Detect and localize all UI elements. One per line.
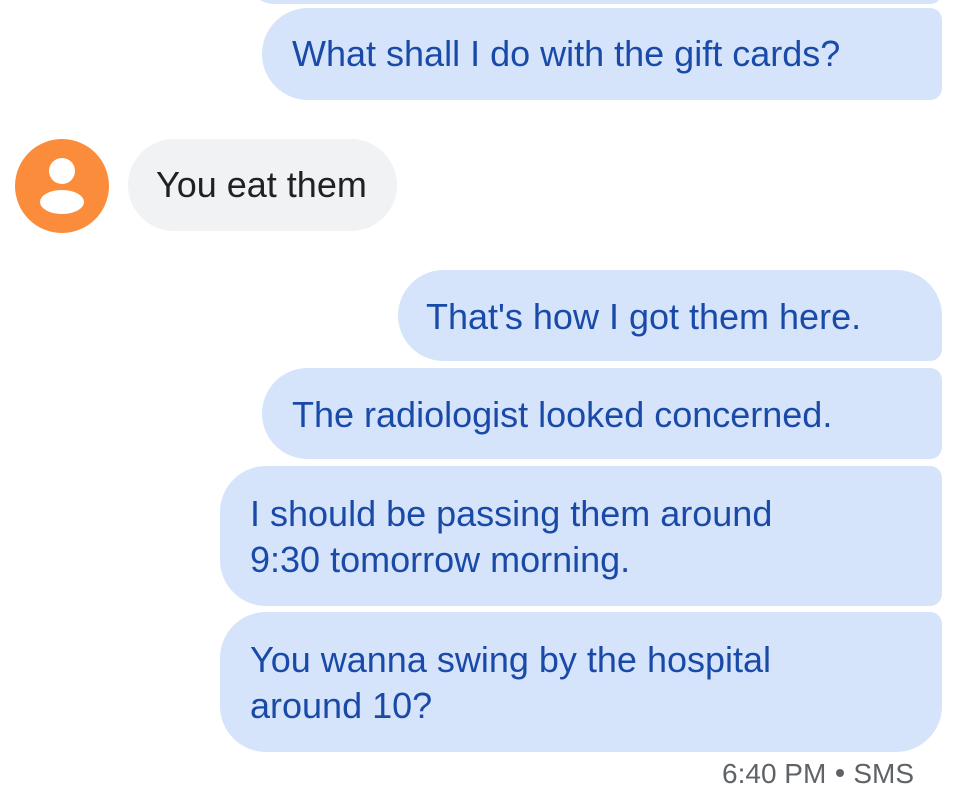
message-text-line: I should be passing them around [250, 493, 773, 534]
message-thread: What shall I do with the gift cards? You… [0, 0, 960, 792]
message-type: SMS [853, 758, 914, 789]
message-text: What shall I do with the gift cards? [292, 33, 841, 74]
previous-message-bubble[interactable] [248, 0, 942, 4]
outgoing-message-bubble[interactable]: You wanna swing by the hospital around 1… [220, 612, 942, 752]
message-text-line: around 10? [250, 685, 433, 726]
outgoing-message-bubble[interactable]: I should be passing them around 9:30 tom… [220, 466, 942, 606]
message-text: You eat them [156, 164, 367, 205]
message-time: 6:40 PM [722, 758, 827, 789]
message-text-line: 9:30 tomorrow morning. [250, 539, 631, 580]
outgoing-message-bubble[interactable]: What shall I do with the gift cards? [262, 8, 942, 100]
message-text: The radiologist looked concerned. [292, 394, 833, 435]
contact-avatar[interactable] [15, 139, 109, 233]
incoming-message-bubble[interactable]: You eat them [128, 139, 397, 231]
message-text: That's how I got them here. [426, 296, 862, 337]
message-status: 6:40 PM SMS [722, 756, 914, 792]
person-icon [40, 158, 84, 214]
outgoing-message-bubble[interactable]: That's how I got them here. [398, 270, 942, 361]
message-text-line: You wanna swing by the hospital [250, 639, 772, 680]
outgoing-message-bubble[interactable]: The radiologist looked concerned. [262, 368, 942, 459]
separator-dot [836, 768, 845, 777]
